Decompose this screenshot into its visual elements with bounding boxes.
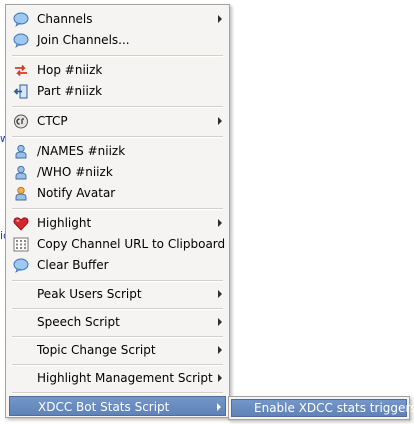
screen: ww icl Channels Join Channels... Hop #ni…: [0, 0, 414, 424]
menu-item-hop[interactable]: Hop #niizk: [9, 60, 226, 80]
menu-item-label: Highlight Management Script: [37, 371, 213, 385]
menu-separator: [12, 336, 223, 338]
menu-item-enable-xdcc-stats-triggers[interactable]: Enable XDCC stats triggers: [231, 399, 414, 417]
menu-separator: [12, 392, 223, 394]
menu-item-label: Clear Buffer: [37, 258, 109, 272]
menu-item-label: Peak Users Script: [37, 287, 142, 301]
menu-separator: [12, 208, 223, 210]
clipboard-grid-icon: [13, 237, 29, 252]
menu-item-label: Join Channels...: [37, 33, 130, 47]
menu-item-ctcp[interactable]: CTCP: [9, 111, 226, 131]
menu-item-label: Notify Avatar: [37, 186, 116, 200]
submenu-arrow-icon: [218, 346, 222, 354]
menu-item-label: Copy Channel URL to Clipboard: [37, 237, 226, 251]
menu-separator: [12, 136, 223, 138]
speech-bubble-icon: [13, 33, 29, 48]
menu-item-label: XDCC Bot Stats Script: [38, 400, 170, 414]
menu-item-highlight[interactable]: Highlight: [9, 213, 226, 233]
submenu-arrow-icon: [218, 117, 222, 125]
menu-item-notify-avatar[interactable]: Notify Avatar: [9, 183, 226, 203]
menu-item-topic-change-script[interactable]: Topic Change Script: [9, 340, 226, 360]
user-icon: [13, 144, 29, 159]
speech-bubble-icon: [13, 12, 29, 27]
menu-item-label: /WHO #niizk: [37, 165, 113, 179]
heart-icon: [13, 216, 29, 231]
menu-item-copy-channel-url[interactable]: Copy Channel URL to Clipboard: [9, 234, 226, 254]
menu-separator: [12, 308, 223, 310]
part-door-icon: [13, 84, 29, 99]
menu-item-who[interactable]: /WHO #niizk: [9, 162, 226, 182]
menu-item-clear-buffer[interactable]: Clear Buffer: [9, 255, 226, 275]
menu-item-join-channels[interactable]: Join Channels...: [9, 30, 226, 50]
submenu-arrow-icon: [218, 374, 222, 382]
menu-item-label: Part #niizk: [37, 84, 103, 98]
ctcp-icon: [13, 114, 29, 129]
menu-item-xdcc-bot-stats-script[interactable]: XDCC Bot Stats Script: [9, 396, 226, 416]
hop-arrows-icon: [13, 63, 29, 78]
submenu-arrow-icon: [218, 290, 222, 298]
menu-item-peak-users-script[interactable]: Peak Users Script: [9, 284, 226, 304]
menu-item-label: Highlight: [37, 216, 92, 230]
submenu-arrow-icon: [218, 15, 222, 23]
submenu-arrow-icon: [218, 219, 222, 227]
menu-item-speech-script[interactable]: Speech Script: [9, 312, 226, 332]
menu-item-label: Speech Script: [37, 315, 120, 329]
menu-item-highlight-management-script[interactable]: Highlight Management Script: [9, 368, 226, 388]
menu-item-label: Channels: [37, 12, 93, 26]
context-menu: Channels Join Channels... Hop #niizk Par…: [5, 4, 230, 418]
xdcc-submenu: Enable XDCC stats triggers: [228, 396, 414, 420]
menu-item-names[interactable]: /NAMES #niizk: [9, 141, 226, 161]
speech-bubble-icon: [13, 258, 29, 273]
menu-separator: [12, 364, 223, 366]
menu-item-channels[interactable]: Channels: [9, 9, 226, 29]
menu-separator: [12, 106, 223, 108]
submenu-arrow-icon: [218, 318, 222, 326]
menu-separator: [12, 55, 223, 57]
menu-item-part[interactable]: Part #niizk: [9, 81, 226, 101]
submenu-arrow-icon: [217, 403, 221, 411]
menu-item-label: Enable XDCC stats triggers: [254, 401, 414, 415]
menu-item-label: /NAMES #niizk: [37, 144, 126, 158]
user-notify-icon: [13, 186, 29, 201]
menu-item-label: Topic Change Script: [37, 343, 156, 357]
menu-item-label: Hop #niizk: [37, 63, 103, 77]
menu-item-label: CTCP: [37, 114, 68, 128]
user-icon: [13, 165, 29, 180]
menu-separator: [12, 280, 223, 282]
